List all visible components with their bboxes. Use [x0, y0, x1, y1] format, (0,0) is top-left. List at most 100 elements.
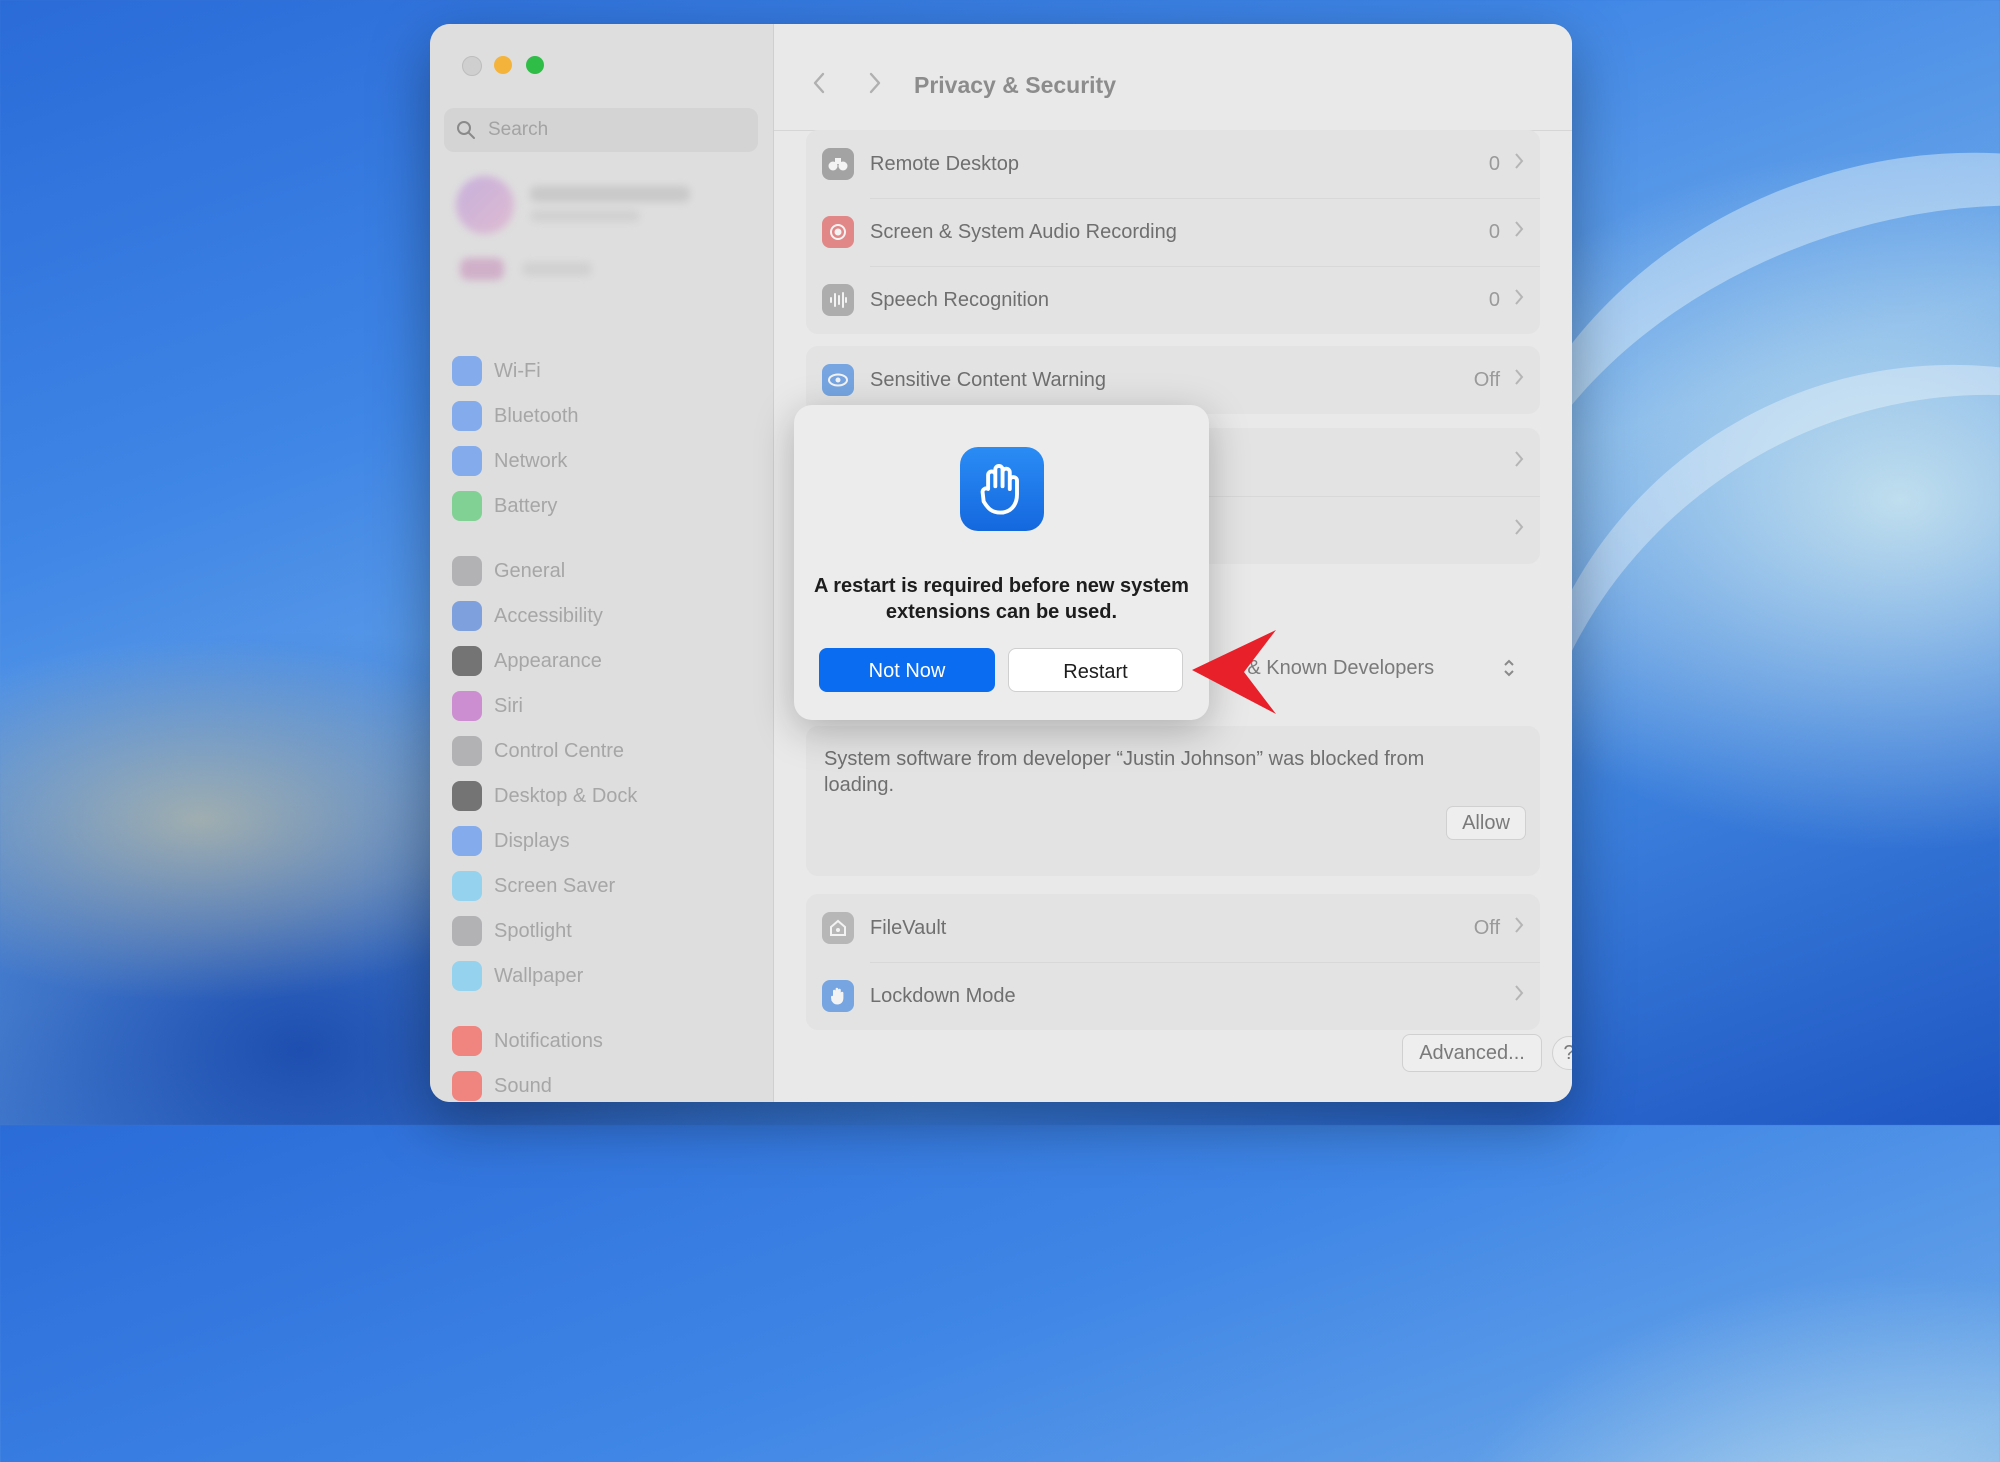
chevron-right-icon	[1515, 289, 1524, 305]
wifi-icon	[452, 356, 482, 386]
family-icon-redacted	[460, 258, 504, 280]
sidebar-item-label: Wallpaper	[494, 964, 584, 987]
binoculars-icon	[822, 148, 854, 180]
sidebar-item-label: Siri	[494, 694, 523, 717]
sensitive-content-group: Sensitive Content Warning Off	[806, 346, 1540, 414]
gear-icon	[452, 556, 482, 586]
sidebar-search[interactable]	[444, 108, 758, 152]
sidebar-item-siri[interactable]: Siri	[452, 689, 523, 723]
sidebar-item-label: Network	[494, 449, 568, 472]
minimize-window-button[interactable]	[494, 56, 512, 74]
row-label: FileVault	[870, 916, 947, 939]
sidebar-item-label: Spotlight	[494, 919, 572, 942]
sidebar-item-label: Desktop & Dock	[494, 784, 638, 807]
notifications-icon	[452, 1026, 482, 1056]
sidebar-item-label: Displays	[494, 829, 570, 852]
sidebar-item-appearance[interactable]: Appearance	[452, 644, 602, 678]
help-button[interactable]: ?	[1552, 1036, 1572, 1070]
dock-icon	[452, 781, 482, 811]
search-input[interactable]	[486, 118, 730, 142]
restart-button[interactable]: Restart	[1008, 648, 1183, 692]
blocked-software-message: System software from developer “Justin J…	[824, 748, 1425, 796]
close-window-button[interactable]	[462, 56, 482, 76]
sidebar-item-label: General	[494, 559, 566, 582]
sidebar-item-general[interactable]: General	[452, 554, 565, 588]
hand-icon	[960, 447, 1044, 531]
eye-icon	[822, 364, 854, 396]
wallpaper-icon	[452, 961, 482, 991]
spotlight-icon	[452, 916, 482, 946]
row-value: 0	[1488, 220, 1500, 243]
not-now-button[interactable]: Not Now	[819, 648, 995, 692]
screen-saver-icon	[452, 871, 482, 901]
waveform-icon	[822, 284, 854, 316]
sidebar-item-accessibility[interactable]: Accessibility	[452, 599, 603, 633]
displays-icon	[452, 826, 482, 856]
control-centre-icon	[452, 736, 482, 766]
account-name-redacted	[530, 186, 690, 202]
family-label-redacted	[522, 262, 592, 276]
sidebar-item-label: Appearance	[494, 649, 602, 672]
chevron-right-icon	[1515, 985, 1524, 1001]
sidebar-item-label: Screen Saver	[494, 874, 616, 897]
chevron-right-icon	[1515, 917, 1524, 933]
sidebar-item-network[interactable]: Network	[452, 444, 567, 478]
row-value: Off	[1473, 368, 1500, 391]
row-remote-desktop[interactable]: Remote Desktop 0	[806, 130, 1540, 198]
sidebar-item-battery[interactable]: Battery	[452, 489, 557, 523]
chevron-right-icon	[869, 72, 881, 94]
sidebar-item-spotlight[interactable]: Spotlight	[452, 914, 572, 948]
chevron-right-icon	[1515, 451, 1524, 467]
row-screen-recording[interactable]: Screen & System Audio Recording 0	[806, 198, 1540, 266]
chevron-left-icon	[813, 72, 825, 94]
search-icon	[457, 121, 475, 139]
row-label: Screen & System Audio Recording	[870, 220, 1177, 243]
sidebar-item-control-centre[interactable]: Control Centre	[452, 734, 624, 768]
row-value: 0	[1488, 152, 1500, 175]
restart-required-dialog: A restart is required before new system …	[794, 405, 1209, 720]
popup-arrows-icon	[1504, 659, 1514, 677]
zoom-window-button[interactable]	[526, 56, 544, 74]
forward-button[interactable]	[860, 68, 890, 98]
back-button[interactable]	[804, 68, 834, 98]
sidebar-item-wi-fi[interactable]: Wi-Fi	[452, 354, 541, 388]
advanced-button[interactable]: Advanced...	[1402, 1034, 1542, 1072]
sidebar: Wi-Fi Bluetooth Network Battery General Acces…	[430, 24, 774, 1102]
sidebar-item-desktop-dock[interactable]: Desktop & Dock	[452, 779, 637, 813]
sidebar-item-label: Control Centre	[494, 739, 625, 762]
sound-icon	[452, 1071, 482, 1101]
chevron-right-icon	[1515, 369, 1524, 385]
siri-icon	[452, 691, 482, 721]
sidebar-item-wallpaper[interactable]: Wallpaper	[452, 959, 583, 993]
bluetooth-icon	[452, 401, 482, 431]
row-lockdown-mode[interactable]: Lockdown Mode	[806, 962, 1540, 1030]
accessibility-icon	[452, 601, 482, 631]
row-sensitive-content[interactable]: Sensitive Content Warning Off	[806, 346, 1540, 414]
filevault-icon	[822, 912, 854, 944]
sidebar-item-label: Notifications	[494, 1029, 603, 1052]
sidebar-item-sound[interactable]: Sound	[452, 1069, 552, 1102]
sidebar-item-label: Bluetooth	[494, 404, 579, 427]
row-speech-recognition[interactable]: Speech Recognition 0	[806, 266, 1540, 334]
row-value: Off	[1473, 916, 1500, 939]
security-group: FileVault Off Lockdown Mode	[806, 894, 1540, 1030]
apple-account-blurred[interactable]	[450, 174, 750, 304]
appearance-icon	[452, 646, 482, 676]
sidebar-item-label: Battery	[494, 494, 558, 517]
sidebar-item-displays[interactable]: Displays	[452, 824, 570, 858]
row-label: Remote Desktop	[870, 152, 1019, 175]
hand-icon	[822, 980, 854, 1012]
globe-icon	[452, 446, 482, 476]
sidebar-item-bluetooth[interactable]: Bluetooth	[452, 399, 579, 433]
chevron-right-icon	[1515, 519, 1524, 535]
account-subtitle-redacted	[530, 210, 640, 222]
allow-button[interactable]: Allow	[1446, 806, 1526, 840]
sidebar-item-notifications[interactable]: Notifications	[452, 1024, 603, 1058]
row-filevault[interactable]: FileVault Off	[806, 894, 1540, 962]
red-annotation-arrow	[1192, 630, 1276, 714]
battery-icon	[452, 491, 482, 521]
sidebar-item-screen-saver[interactable]: Screen Saver	[452, 869, 615, 903]
row-label: Lockdown Mode	[870, 984, 1016, 1007]
permissions-group: Remote Desktop 0 Screen & System Audio R…	[806, 130, 1540, 334]
chevron-right-icon	[1515, 221, 1524, 237]
